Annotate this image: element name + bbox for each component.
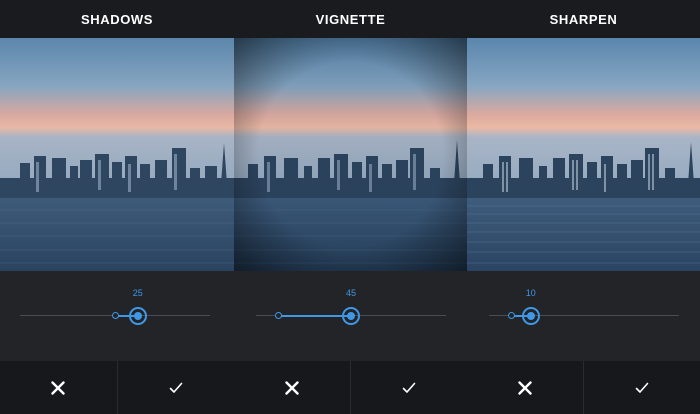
checkmark-icon: [169, 382, 183, 393]
confirm-button[interactable]: [583, 361, 700, 414]
city-skyline-photo: [234, 38, 467, 271]
photo-preview: [0, 38, 234, 271]
adjustment-slider[interactable]: 10: [467, 271, 700, 361]
tool-title: SHADOWS: [80, 11, 154, 27]
checkmark-icon: [402, 382, 416, 393]
slider-value-label: 10: [525, 288, 536, 298]
confirm-button[interactable]: [350, 361, 467, 414]
slider-origin-dot: [275, 312, 283, 319]
slider-origin-dot: [508, 312, 516, 319]
city-skyline-photo: [467, 38, 700, 271]
slider-handle[interactable]: [521, 307, 540, 325]
top-bar: SHADOWS: [0, 0, 234, 38]
filter-editor-screens: SHADOWS 25 VIGNETTE 45 SHARPEN 10: [0, 0, 700, 414]
close-icon: [518, 380, 532, 395]
action-bar: [467, 361, 700, 414]
slider-track-fill: [278, 314, 351, 317]
adjustment-slider[interactable]: 45: [234, 271, 467, 361]
cancel-button[interactable]: [0, 361, 117, 414]
slider-handle[interactable]: [342, 307, 360, 325]
shadows-panel: SHADOWS 25: [0, 0, 234, 414]
top-bar: SHARPEN: [467, 0, 700, 38]
checkmark-icon: [635, 382, 649, 393]
top-bar: VIGNETTE: [234, 0, 467, 38]
tool-title: SHARPEN: [549, 11, 618, 27]
cancel-button[interactable]: [467, 361, 583, 414]
tool-title: VIGNETTE: [315, 11, 386, 27]
action-bar: [0, 361, 234, 414]
adjustment-slider[interactable]: 25: [0, 271, 234, 361]
close-icon: [51, 380, 65, 395]
confirm-button[interactable]: [116, 361, 235, 414]
slider-value-label: 25: [132, 288, 143, 298]
vignette-panel: VIGNETTE 45: [234, 0, 467, 414]
slider-value-label: 45: [345, 288, 356, 298]
close-icon: [285, 380, 299, 395]
slider-origin-dot: [111, 312, 119, 319]
photo-preview: [234, 38, 467, 271]
photo-preview: [467, 38, 700, 271]
action-bar: [234, 361, 467, 414]
slider-handle[interactable]: [128, 307, 147, 325]
city-skyline-photo: [0, 38, 234, 271]
sharpen-panel: SHARPEN 10: [467, 0, 700, 414]
cancel-button[interactable]: [234, 361, 350, 414]
